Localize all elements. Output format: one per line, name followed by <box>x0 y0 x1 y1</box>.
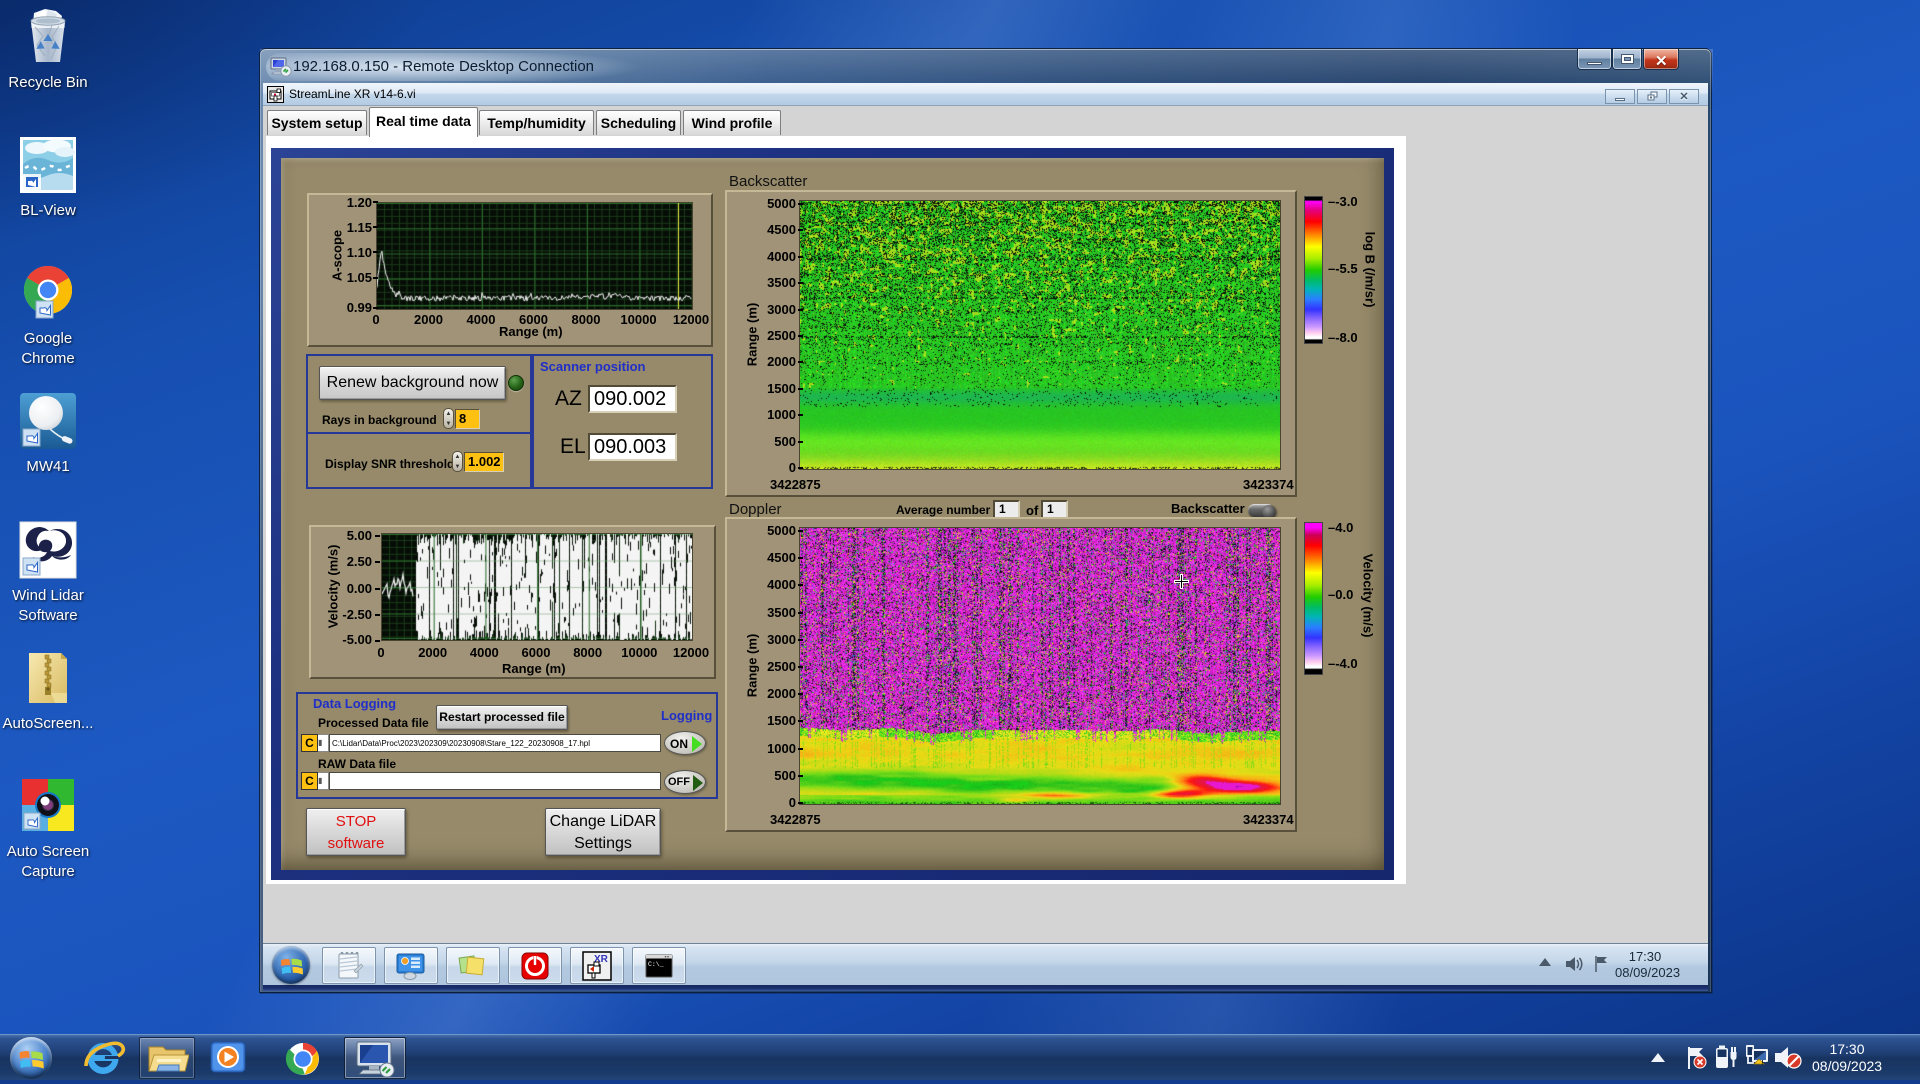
svg-text:!: ! <box>1762 1061 1764 1067</box>
svg-text:C:\_: C:\_ <box>648 961 664 968</box>
